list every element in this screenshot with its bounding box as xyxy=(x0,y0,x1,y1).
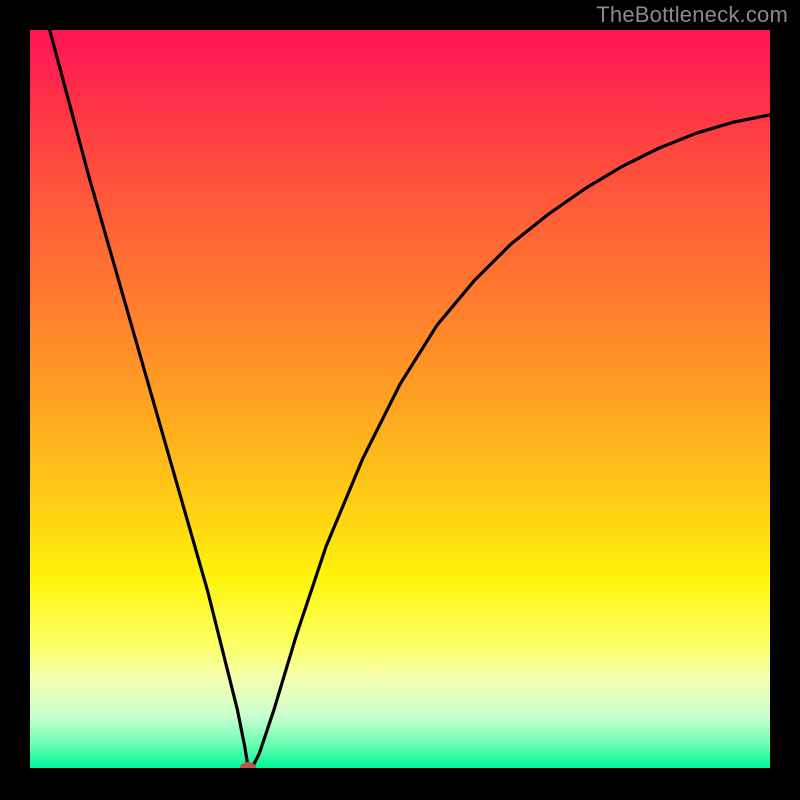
chart-frame: TheBottleneck.com xyxy=(0,0,800,800)
bottleneck-curve xyxy=(30,30,770,768)
curve-svg xyxy=(30,30,770,768)
plot-area xyxy=(30,30,770,768)
watermark-text: TheBottleneck.com xyxy=(596,2,788,28)
minimum-marker xyxy=(240,762,256,768)
